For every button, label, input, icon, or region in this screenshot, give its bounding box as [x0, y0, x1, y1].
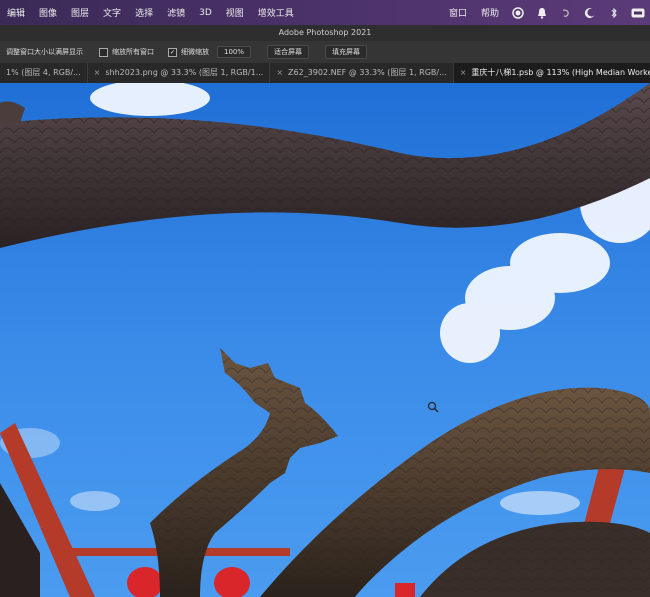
zoom-all-windows-checkbox[interactable]	[99, 47, 108, 57]
close-icon[interactable]: ×	[460, 63, 467, 83]
tab-label: shh2023.png @ 33.3% (图层 1, RGB/1...	[105, 68, 264, 77]
keyboard-icon[interactable]	[631, 6, 645, 20]
options-bar: 调整窗口大小以满屏显示 缩放所有窗口 ✓ 细微缩放 100% 适合屏幕 填充屏幕	[0, 41, 650, 63]
scrubby-zoom-label: 细微缩放	[181, 48, 209, 56]
bell-icon[interactable]	[535, 6, 549, 20]
menu-plugins[interactable]: 增效工具	[251, 6, 301, 19]
menu-edit[interactable]: 编辑	[0, 6, 32, 19]
menu-3d[interactable]: 3D	[192, 8, 219, 18]
app-title: Adobe Photoshop 2021	[278, 28, 372, 37]
zoom-percent-field[interactable]: 100%	[217, 46, 252, 58]
scrubby-zoom-checkbox[interactable]: ✓	[168, 47, 177, 57]
document-tab[interactable]: × shh2023.png @ 33.3% (图层 1, RGB/1...	[88, 63, 271, 83]
menu-select[interactable]: 选择	[128, 6, 160, 19]
canvas-image	[0, 83, 650, 597]
menu-view[interactable]: 视图	[219, 6, 251, 19]
bluetooth-icon[interactable]	[607, 6, 621, 20]
zoom-all-windows-label: 缩放所有窗口	[112, 48, 154, 56]
record-icon[interactable]	[511, 6, 525, 20]
tab-label: 1% (图层 4, RGB/...	[6, 68, 81, 77]
resize-windows-option[interactable]: 调整窗口大小以满屏显示	[6, 47, 83, 57]
close-icon[interactable]: ×	[276, 63, 283, 83]
document-tab[interactable]: 1% (图层 4, RGB/...	[0, 63, 88, 83]
moon-icon[interactable]	[583, 6, 597, 20]
window-title-bar: Adobe Photoshop 2021	[0, 25, 650, 41]
menu-filter[interactable]: 滤镜	[160, 6, 192, 19]
document-canvas[interactable]	[0, 83, 650, 597]
document-tab[interactable]: × Z62_3902.NEF @ 33.3% (图层 1, RGB/...	[270, 63, 454, 83]
swirl-icon[interactable]	[559, 6, 573, 20]
document-tabs: 1% (图层 4, RGB/... × shh2023.png @ 33.3% …	[0, 63, 650, 83]
menu-type[interactable]: 文字	[96, 6, 128, 19]
menu-window[interactable]: 窗口	[442, 6, 474, 19]
menu-bar: 编辑 图像 图层 文字 选择 滤镜 3D 视图 增效工具 窗口 帮助	[0, 0, 650, 25]
menu-layer[interactable]: 图层	[64, 6, 96, 19]
document-tab-active[interactable]: × 重庆十八梯1.psb @ 113% (High Median Worker,…	[453, 63, 650, 83]
menu-help[interactable]: 帮助	[474, 6, 506, 19]
fit-screen-button[interactable]: 适合屏幕	[267, 45, 310, 59]
tab-label: 重庆十八梯1.psb @ 113% (High Median Worker, R…	[471, 68, 650, 77]
menu-bar-right: 窗口 帮助	[442, 6, 650, 20]
fill-screen-button[interactable]: 填充屏幕	[325, 45, 368, 59]
close-icon[interactable]: ×	[94, 63, 101, 83]
tab-label: Z62_3902.NEF @ 33.3% (图层 1, RGB/...	[288, 68, 447, 77]
menu-image[interactable]: 图像	[32, 6, 64, 19]
